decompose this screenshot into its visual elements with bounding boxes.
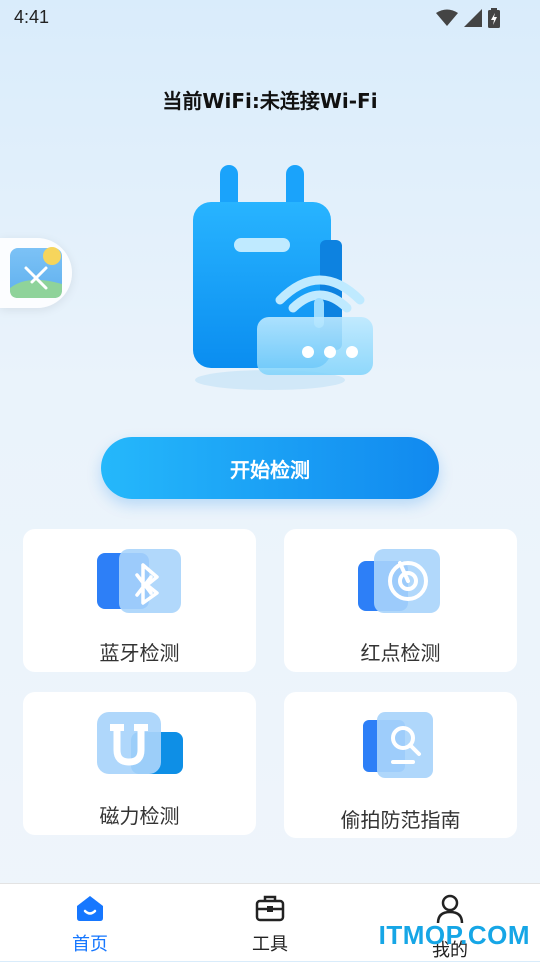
battery-icon xyxy=(488,8,500,28)
cell-signal-icon xyxy=(464,9,482,27)
watermark-text: ITMOP.COM xyxy=(378,920,530,950)
status-icons xyxy=(436,8,500,28)
status-bar: 4:41 xyxy=(0,0,540,36)
card-bluetooth[interactable]: 蓝牙检测 xyxy=(23,529,256,672)
wifi-status-title: 当前WiFi:未连接Wi-Fi xyxy=(162,89,378,113)
tab-tools-label: 工具 xyxy=(252,934,288,955)
status-time: 4:41 xyxy=(14,7,50,27)
tab-home-label: 首页 xyxy=(72,934,108,955)
card-magnetic[interactable]: 磁力检测 xyxy=(23,692,256,835)
tab-home[interactable]: 首页 xyxy=(0,884,180,961)
card-guide[interactable]: 偷拍防范指南 xyxy=(284,692,517,838)
image-icon xyxy=(10,247,62,298)
card-label-guide: 偷拍防范指南 xyxy=(340,808,461,832)
magnet-icon xyxy=(96,712,183,774)
card-label-magnetic: 磁力检测 xyxy=(99,804,180,828)
card-red-dot[interactable]: 红点检测 xyxy=(284,529,517,672)
search-guide-icon xyxy=(362,712,433,778)
tab-tools[interactable]: 工具 xyxy=(180,884,360,961)
floating-image-widget[interactable] xyxy=(0,238,72,308)
router-illustration xyxy=(193,165,373,390)
card-label-red-dot: 红点检测 xyxy=(360,641,441,665)
card-label-bluetooth: 蓝牙检测 xyxy=(99,641,180,665)
start-detection-button[interactable]: 开始检测 xyxy=(101,437,439,499)
radar-icon xyxy=(357,549,440,613)
wifi-signal-icon xyxy=(436,9,458,26)
toolbox-icon xyxy=(255,895,285,922)
bluetooth-icon xyxy=(96,549,181,613)
home-icon xyxy=(77,896,103,921)
